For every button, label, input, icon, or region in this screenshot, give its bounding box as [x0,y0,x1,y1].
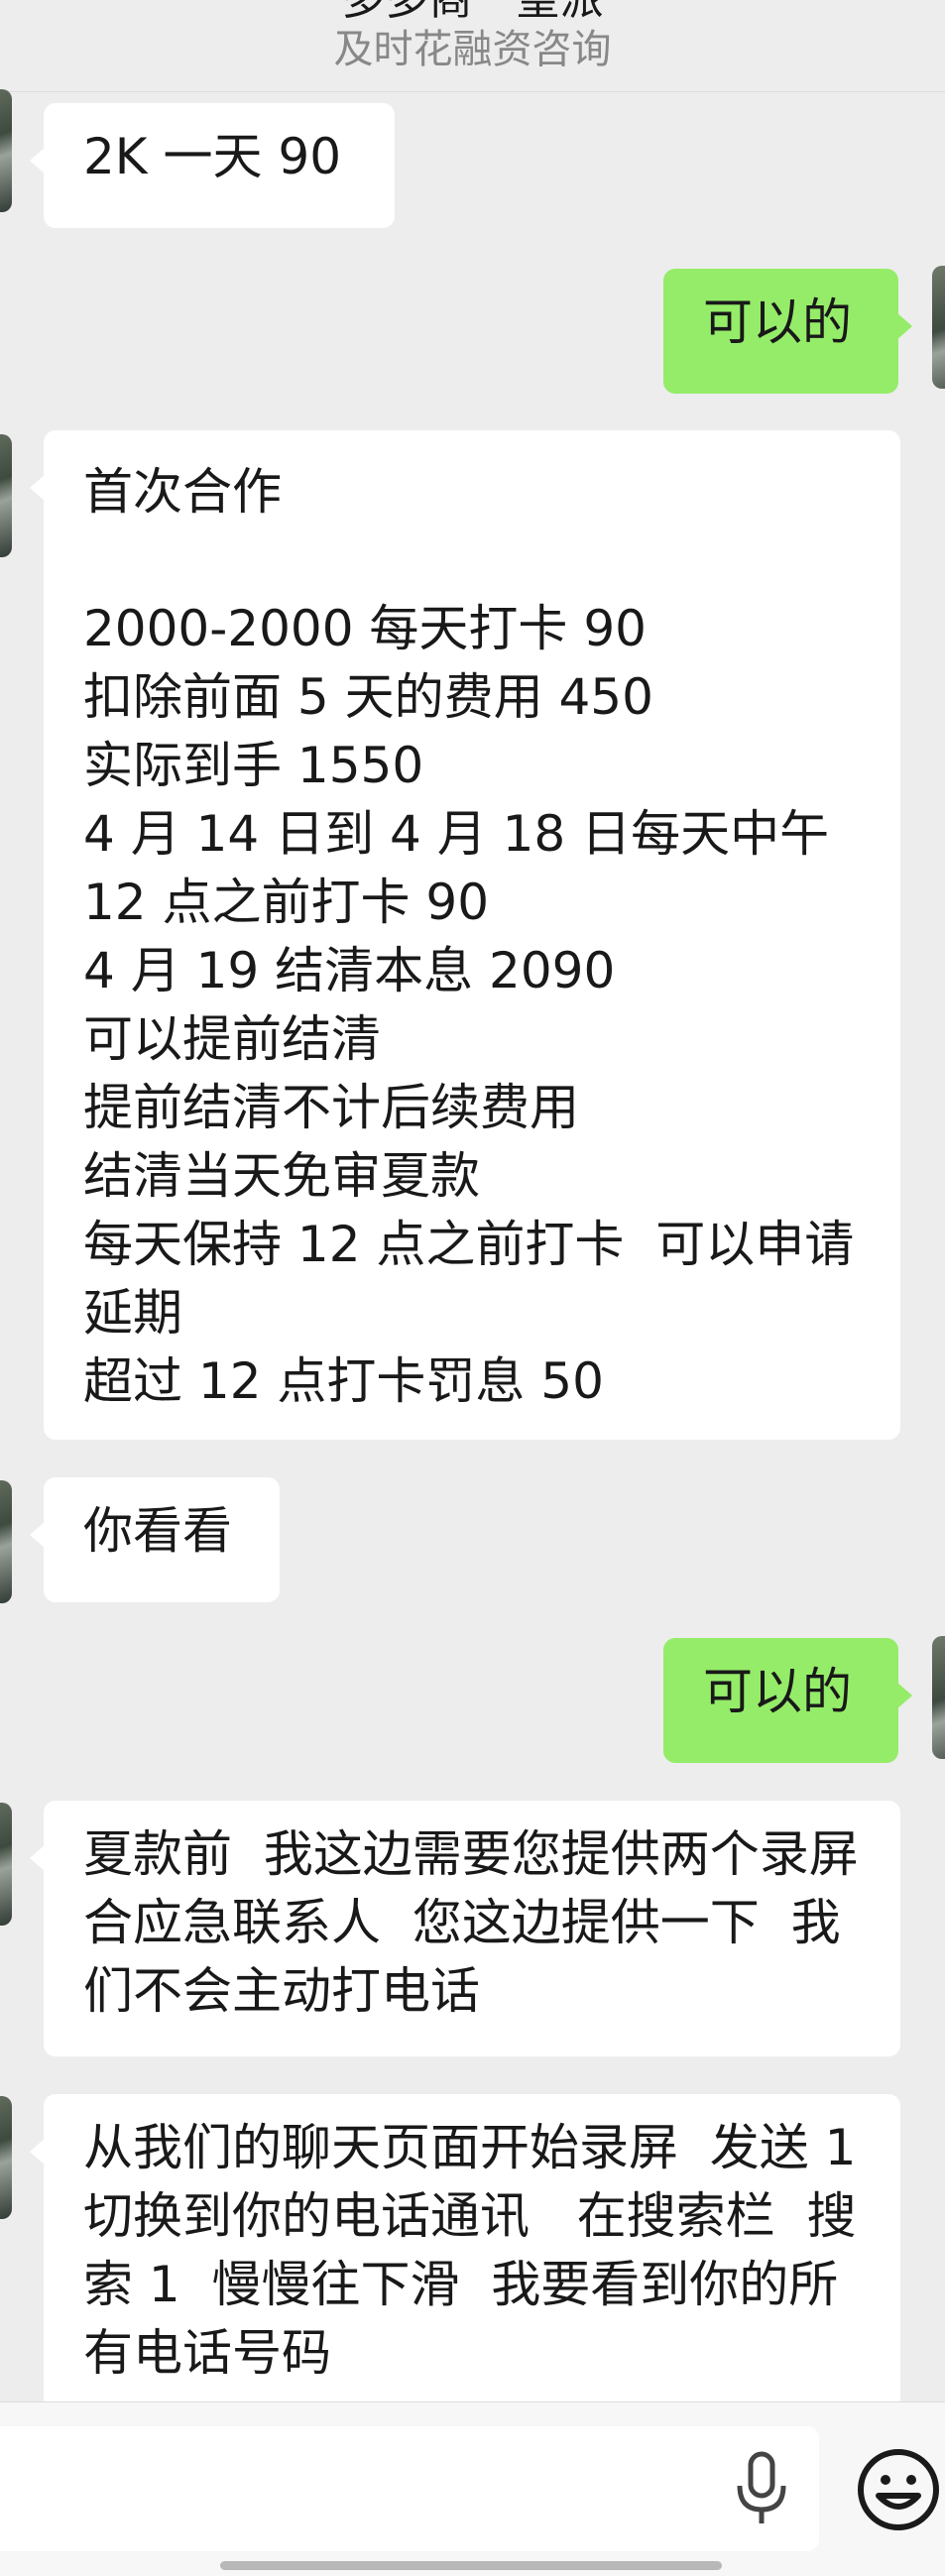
message-bubble-outgoing[interactable]: 可以的 [663,1638,912,1763]
contact-avatar[interactable] [0,2096,12,2219]
message-input[interactable] [0,2426,819,2551]
my-avatar[interactable] [932,1636,945,1759]
message-bubble-incoming[interactable]: 从我们的聊天页面开始录屏 发送 1 切换到你的电话通讯 在搜索栏 搜索 1 慢慢… [30,2094,900,2421]
microphone-icon[interactable] [732,2450,791,2529]
message-bubble-incoming[interactable]: 2K 一天 90 [30,103,395,228]
chat-subtitle: 及时花融资咨询 [333,27,612,72]
message-bubble-incoming[interactable]: 夏款前 我这边需要您提供两个录屏 合应急联系人 您这边提供一下 我们不会主动打电… [30,1801,900,2056]
my-avatar[interactable] [932,266,945,389]
chat-header: 多多商一望派 及时花融资咨询 [0,0,945,92]
message-bubble-incoming[interactable]: 首次合作 2000-2000 每天打卡 90 扣除前面 5 天的费用 450 实… [30,430,900,1440]
message-bubble-incoming[interactable]: 你看看 [30,1477,280,1602]
home-indicator[interactable] [220,2561,722,2570]
emoji-icon[interactable] [855,2446,942,2533]
contact-avatar[interactable] [0,1480,12,1603]
contact-avatar[interactable] [0,434,12,557]
message-list[interactable]: 2K 一天 90 可以的 首次合作 2000-2000 每天打卡 90 扣除前面… [0,89,945,2421]
chat-screen: 多多商一望派 及时花融资咨询 2K 一天 90 可以的 首次合作 2000-20… [0,0,945,2576]
message-bubble-outgoing[interactable]: 可以的 [663,269,912,394]
input-bar [0,2401,945,2576]
contact-avatar[interactable] [0,1803,12,1926]
contact-avatar[interactable] [0,89,12,212]
